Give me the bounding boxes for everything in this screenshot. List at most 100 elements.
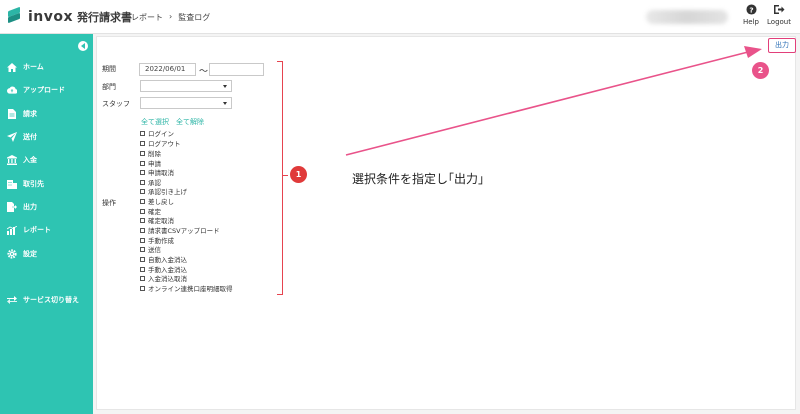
document-icon (7, 109, 17, 119)
user-name-blurred[interactable] (646, 10, 728, 24)
sidebar-item-settings[interactable]: 設定 (0, 245, 93, 263)
operation-checkbox[interactable]: 削除 (140, 148, 161, 158)
checkbox-icon (140, 256, 145, 262)
sidebar-item-service-switch[interactable]: サービス切り替え (0, 291, 93, 309)
select-all-link[interactable]: 全て選択 (141, 117, 169, 127)
sidebar-collapse-icon[interactable] (78, 41, 88, 51)
checkbox-icon (140, 188, 145, 194)
logout-button[interactable]: Logout (763, 4, 795, 26)
checkbox-icon (140, 208, 145, 214)
logo-text: invox (28, 9, 74, 25)
switch-icon (7, 295, 17, 305)
annotation-instruction: 選択条件を指定し｢出力」 (352, 172, 491, 186)
checkbox-icon (140, 140, 145, 146)
checkbox-icon (140, 275, 145, 281)
sidebar-item-label: レポート (23, 226, 51, 234)
checkbox-icon (140, 237, 145, 243)
cloud-upload-icon (7, 85, 17, 95)
sidebar-item-report[interactable]: レポート (0, 221, 93, 239)
app-header: invox 発行請求書 レポート › 監査ログ ? Help Logout (0, 0, 800, 34)
audit-log-panel (96, 36, 796, 410)
sidebar-item-clients[interactable]: 取引先 (0, 175, 93, 193)
staff-label: スタッフ (102, 100, 130, 108)
annotation-bracket-tick (283, 175, 288, 177)
logo-subtitle: 発行請求書 (77, 11, 133, 24)
sidebar-item-label: 取引先 (23, 180, 44, 188)
checkbox-icon (140, 285, 145, 291)
checkbox-icon (140, 150, 145, 156)
breadcrumb: レポート › 監査ログ (131, 12, 210, 23)
sidebar-item-home[interactable]: ホーム (0, 58, 93, 76)
period-from-input[interactable]: 2022/06/01 (139, 63, 196, 76)
deselect-all-link[interactable]: 全て解除 (176, 117, 204, 127)
department-select[interactable] (140, 80, 232, 92)
send-icon (7, 132, 17, 142)
sidebar-item-label: 出力 (23, 203, 37, 211)
operation-checkbox[interactable]: 申請取消 (140, 167, 174, 177)
operation-checkbox[interactable]: 差し戻し (140, 196, 174, 206)
sidebar-item-label: サービス切り替え (23, 296, 79, 304)
gear-icon (7, 249, 17, 259)
operation-checkbox[interactable]: 請求書CSVアップロード (140, 225, 220, 235)
operation-checkbox[interactable]: ログアウト (140, 138, 181, 148)
home-icon (7, 62, 17, 72)
checkbox-icon (140, 217, 145, 223)
chart-icon (7, 225, 17, 235)
svg-text:?: ? (749, 5, 753, 14)
operation-checkbox[interactable]: 送信 (140, 244, 161, 254)
operation-option-label: オンライン連携口座明細取得 (148, 285, 233, 293)
staff-select[interactable] (140, 97, 232, 109)
output-button[interactable]: 出力 (768, 38, 796, 53)
checkbox-icon (140, 160, 145, 166)
sidebar-item-label: 請求 (23, 110, 37, 118)
annotation-badge-2: 2 (752, 62, 769, 79)
operation-option-label: ログアウト (148, 140, 181, 148)
sidebar-item-label: ホーム (23, 63, 44, 71)
checkbox-icon (140, 246, 145, 252)
logo-mark-icon (6, 6, 24, 26)
operation-option-label: 差し戻し (148, 198, 174, 206)
operation-checkbox[interactable]: オンライン連携口座明細取得 (140, 283, 233, 293)
sidebar-item-invoice[interactable]: 請求 (0, 105, 93, 123)
operation-option-label: 確定取消 (148, 217, 174, 225)
sidebar-item-label: 設定 (23, 250, 37, 258)
breadcrumb-audit-log: 監査ログ (178, 13, 211, 22)
sidebar-item-output[interactable]: 出力 (0, 198, 93, 216)
checkbox-icon (140, 169, 145, 175)
operation-checkbox[interactable]: 承認引き上げ (140, 186, 187, 196)
sidebar-item-label: アップロード (23, 86, 65, 94)
bank-icon (7, 155, 17, 165)
operation-option-label: 自動入金消込 (148, 256, 187, 264)
checkbox-icon (140, 179, 145, 185)
checkbox-icon (140, 198, 145, 204)
chevron-down-icon (223, 102, 227, 105)
logout-icon (763, 4, 795, 16)
operation-option-label: 入金消込取消 (148, 275, 187, 283)
operation-option-label: 削除 (148, 150, 161, 158)
building-icon (7, 179, 17, 189)
operation-checkbox[interactable]: ログイン (140, 128, 174, 138)
operation-option-label: 申請取消 (148, 169, 174, 177)
period-to-input[interactable] (209, 63, 264, 76)
operation-checkbox[interactable]: 入金消込取消 (140, 273, 187, 283)
annotation-badge-1: 1 (290, 166, 307, 183)
sidebar-item-label: 入金 (23, 156, 37, 164)
breadcrumb-report[interactable]: レポート (131, 12, 163, 23)
operation-option-label: ログイン (148, 130, 174, 138)
operation-option-label: 送信 (148, 246, 161, 254)
invox-logo[interactable]: invox 発行請求書 (6, 6, 133, 26)
sidebar-item-send[interactable]: 送付 (0, 128, 93, 146)
export-icon (7, 202, 17, 212)
sidebar-item-payment[interactable]: 入金 (0, 151, 93, 169)
department-label: 部門 (102, 83, 116, 91)
help-label: Help (743, 18, 759, 26)
sidebar-item-label: 送付 (23, 133, 37, 141)
checkbox-icon (140, 227, 145, 233)
operation-checkbox[interactable]: 確定取消 (140, 215, 174, 225)
operation-checkbox[interactable]: 自動入金消込 (140, 254, 187, 264)
operation-option-label: 承認引き上げ (148, 188, 187, 196)
period-separator: ～ (199, 67, 209, 77)
sidebar-item-upload[interactable]: アップロード (0, 81, 93, 99)
annotation-bracket (277, 61, 283, 295)
logout-label: Logout (767, 18, 791, 26)
